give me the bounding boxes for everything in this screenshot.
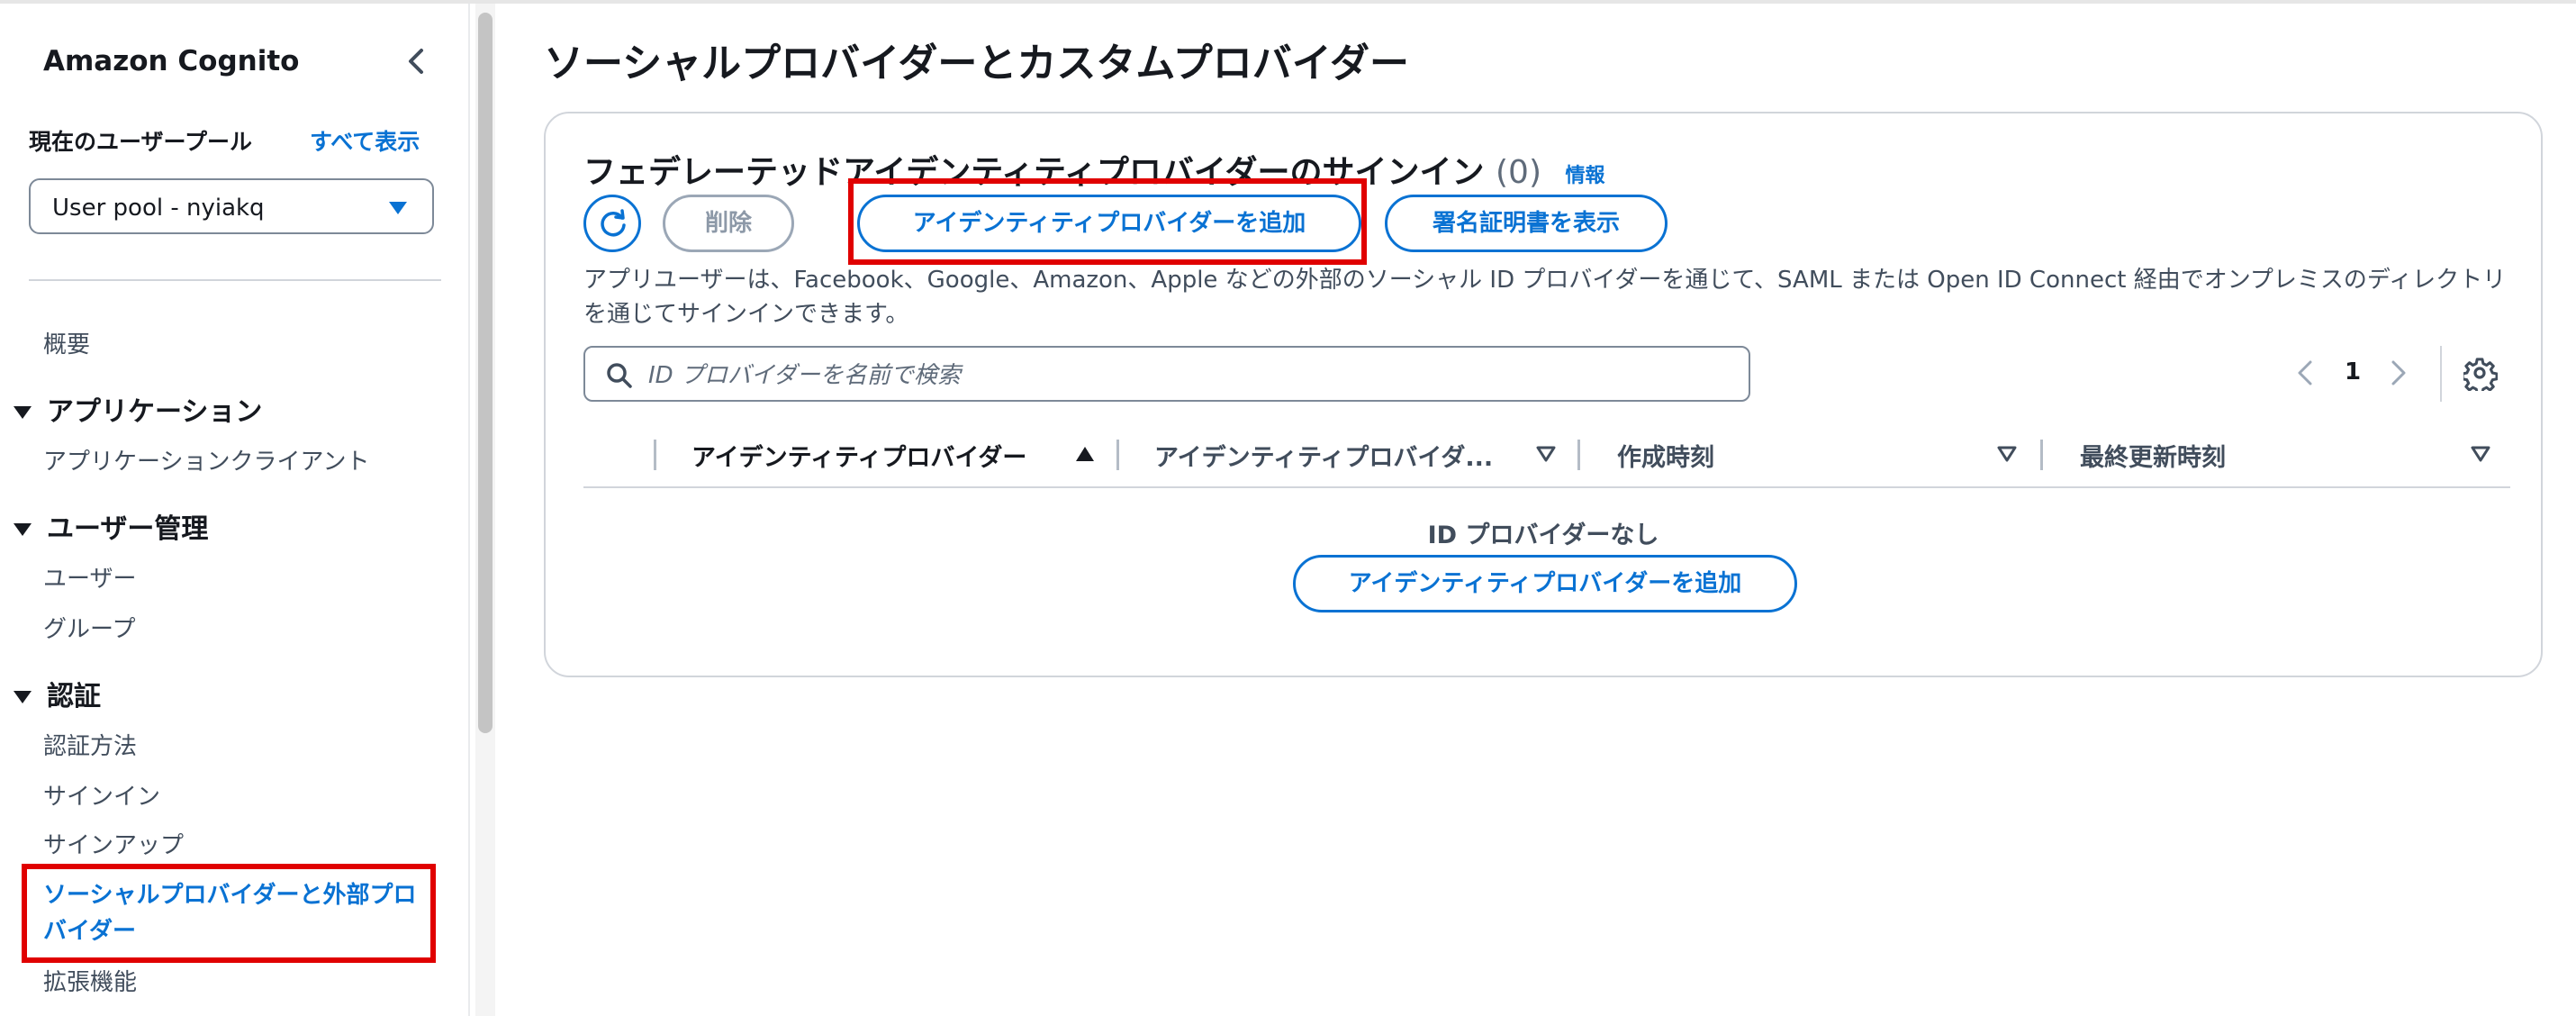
sidebar-item-social-providers[interactable]: ソーシャルプロバイダーと外部プロバイダー	[43, 877, 421, 949]
sidebar-item-overview[interactable]: 概要	[43, 326, 90, 359]
sidebar-item-users[interactable]: ユーザー	[43, 560, 136, 594]
view-signing-certificate-button[interactable]: 署名証明書を表示	[1385, 195, 1668, 252]
chevron-left-icon	[409, 49, 423, 74]
column-header-created[interactable]: 作成時刻	[1617, 438, 1714, 473]
sidebar-section-authentication[interactable]: 認証	[13, 674, 101, 713]
column-divider[interactable]	[1577, 440, 1580, 470]
sidebar-item-sign-in[interactable]: サインイン	[43, 778, 160, 812]
column-divider[interactable]	[1116, 440, 1119, 470]
sort-descending-outline-icon[interactable]	[2471, 445, 2490, 463]
column-divider	[654, 440, 656, 470]
chevron-left-icon[interactable]	[2294, 357, 2316, 389]
column-header-last-modified[interactable]: 最終更新時刻	[2080, 438, 2226, 473]
chevron-right-icon[interactable]	[2388, 357, 2409, 389]
sidebar-divider	[29, 279, 441, 281]
search-icon	[607, 363, 632, 388]
sort-descending-outline-icon[interactable]	[1536, 445, 1556, 463]
sidebar-section-user-management[interactable]: ユーザー管理	[13, 506, 208, 546]
user-pool-select-value: User pool - nyiakq	[52, 195, 265, 222]
info-link[interactable]: 情報	[1566, 165, 1605, 187]
sidebar-section-label: アプリケーション	[47, 396, 263, 428]
user-pool-select[interactable]: User pool - nyiakq	[29, 178, 434, 234]
sidebar-section-applications[interactable]: アプリケーション	[13, 389, 262, 429]
page-title: ソーシャルプロバイダーとカスタムプロバイダー	[544, 41, 1409, 86]
sidebar-item-groups[interactable]: グループ	[43, 611, 135, 644]
caret-down-filled-icon	[14, 691, 32, 703]
delete-button[interactable]: 削除	[663, 195, 794, 252]
page-number[interactable]: 1	[2345, 358, 2361, 386]
provider-count: (0)	[1496, 154, 1541, 191]
column-header-provider[interactable]: アイデンティティプロバイダー	[691, 438, 1026, 473]
sidebar-item-extensions[interactable]: 拡張機能	[43, 964, 137, 997]
sort-descending-outline-icon[interactable]	[1997, 445, 2017, 463]
sort-ascending-icon[interactable]	[1075, 445, 1095, 463]
caret-down-filled-icon	[14, 406, 32, 419]
sidebar-item-auth-methods[interactable]: 認証方法	[43, 728, 137, 761]
sidebar-item-app-clients[interactable]: アプリケーションクライアント	[43, 443, 369, 476]
search-input[interactable]	[646, 357, 1731, 395]
main-content: ソーシャルプロバイダーとカスタムプロバイダー フェデレーテッドアイデンティティプ…	[497, 4, 2576, 1016]
collapse-sidebar-button[interactable]	[400, 43, 432, 79]
empty-state-add-button[interactable]: アイデンティティプロバイダーを追加	[1293, 555, 1797, 612]
sidebar-item-sign-up[interactable]: サインアップ	[43, 827, 184, 860]
caret-down-filled-icon	[14, 523, 32, 536]
sidebar-scrollbar-thumb[interactable]	[478, 13, 493, 733]
current-user-pool-label: 現在のユーザープール	[29, 129, 253, 155]
show-all-link[interactable]: すべて表示	[310, 124, 420, 157]
panel-description: アプリユーザーは、Facebook、Google、Amazon、Apple など…	[583, 267, 2507, 328]
side-navigation: Amazon Cognito 現在のユーザープール すべて表示 User poo…	[0, 4, 470, 1016]
add-identity-provider-button[interactable]: アイデンティティプロバイダーを追加	[857, 195, 1361, 252]
caret-down-icon	[389, 202, 407, 214]
empty-state-title: ID プロバイダーなし	[1427, 522, 1659, 549]
column-header-provider-type[interactable]: アイデンティティプロバイダ...	[1154, 438, 1493, 473]
identity-providers-panel: フェデレーテッドアイデンティティプロバイダーのサインイン (0) 情報 削除 ア…	[544, 112, 2543, 677]
gear-icon[interactable]	[2463, 357, 2498, 391]
refresh-button[interactable]	[583, 195, 641, 252]
column-divider[interactable]	[2040, 440, 2043, 470]
pagination-divider	[2440, 346, 2442, 402]
sidebar-title[interactable]: Amazon Cognito	[43, 45, 299, 77]
sidebar-section-label: 認証	[47, 681, 101, 712]
sidebar-section-label: ユーザー管理	[47, 513, 209, 545]
search-box[interactable]	[583, 346, 1750, 402]
refresh-icon	[601, 209, 626, 237]
table-header-row: アイデンティティプロバイダー アイデンティティプロバイダ... 作成時刻 最終更…	[583, 422, 2510, 488]
